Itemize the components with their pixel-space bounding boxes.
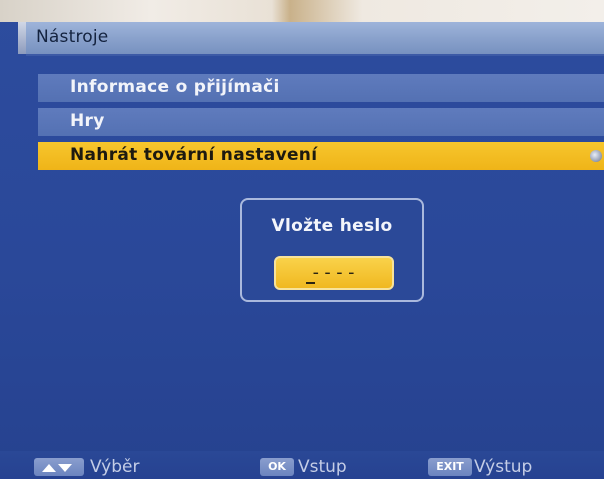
exit-key: EXIT	[428, 458, 472, 476]
password-dialog: Vložte heslo ----	[240, 198, 424, 302]
background-strip	[0, 0, 604, 22]
up-down-arrows-icon	[38, 463, 78, 473]
enter-icon	[590, 150, 602, 162]
menu-item-label: Nahrát tovární nastavení	[70, 145, 318, 165]
menu-item-factory-reset[interactable]: Nahrát tovární nastavení	[38, 142, 604, 170]
ok-key: OK	[260, 458, 294, 476]
menu-item-label: Hry	[70, 111, 105, 131]
menu-item-receiver-info[interactable]: Informace o přijímači	[38, 74, 604, 102]
password-input[interactable]: ----	[274, 256, 394, 290]
hint-label: Výběr	[90, 457, 140, 477]
title-accent	[18, 22, 26, 54]
hint-select: Výběr	[34, 455, 174, 477]
navigation-key	[34, 458, 84, 476]
menu-list: Informace o přijímači Hry Nahrát tovární…	[38, 74, 604, 176]
password-prompt: Vložte heslo	[271, 216, 393, 236]
osd-screen: Nástroje Informace o přijímači Hry Nahrá…	[0, 0, 604, 479]
text-cursor	[306, 282, 315, 284]
hint-exit: EXIT Výstup	[428, 455, 598, 477]
hint-label: Vstup	[298, 457, 347, 477]
password-value: ----	[310, 262, 358, 283]
hint-enter: OK Vstup	[260, 455, 400, 477]
title-bar: Nástroje	[26, 22, 604, 56]
hint-label: Výstup	[474, 457, 533, 477]
page-title: Nástroje	[36, 27, 109, 47]
footer-hints: Výběr OK Vstup EXIT Výstup	[0, 451, 604, 479]
menu-item-label: Informace o přijímači	[70, 77, 280, 97]
menu-item-games[interactable]: Hry	[38, 108, 604, 136]
